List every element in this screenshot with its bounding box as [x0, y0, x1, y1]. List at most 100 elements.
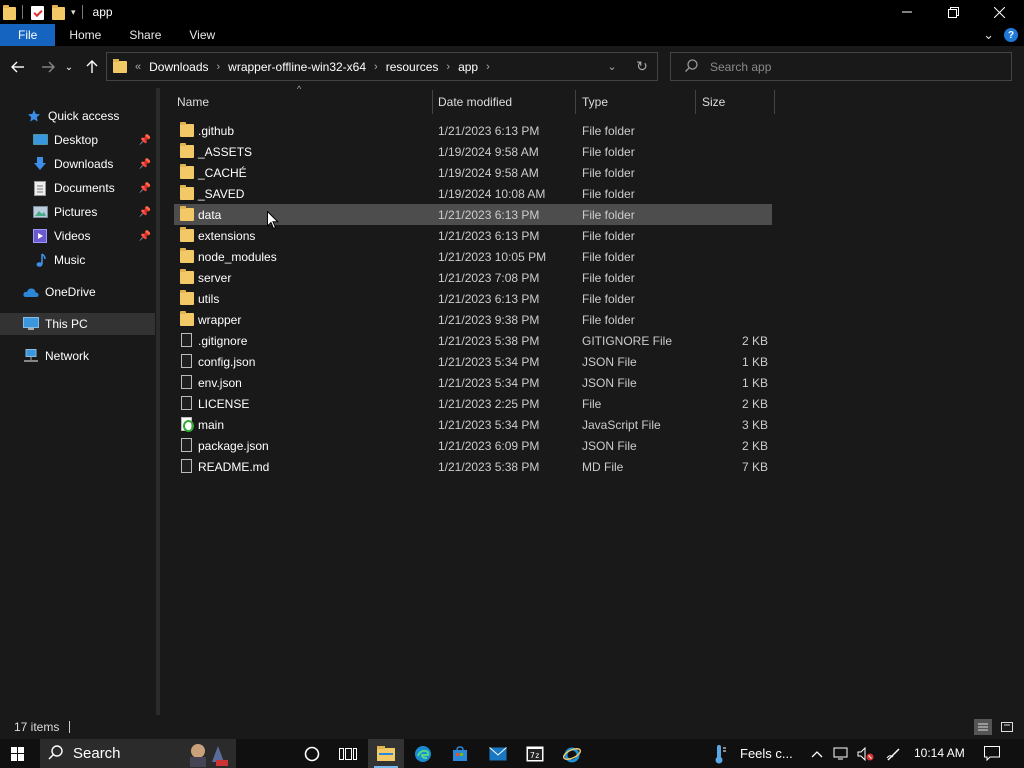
- breadcrumb-app[interactable]: app: [458, 60, 478, 74]
- breadcrumb-resources[interactable]: resources: [386, 60, 439, 74]
- weather-text[interactable]: Feels c...: [740, 746, 793, 761]
- sidebar-item-quick-access[interactable]: Quick access: [0, 105, 155, 127]
- forward-button[interactable]: [38, 56, 58, 78]
- help-icon[interactable]: ?: [1004, 28, 1018, 42]
- close-button[interactable]: [976, 0, 1022, 24]
- chevron-right-icon[interactable]: ›: [217, 61, 221, 73]
- table-row[interactable]: server 1/21/2023 7:08 PM File folder: [174, 267, 772, 288]
- column-divider[interactable]: [695, 90, 696, 114]
- download-arrow-icon: [32, 156, 48, 172]
- show-hidden-icons-button[interactable]: [804, 739, 830, 768]
- table-row[interactable]: package.json 1/21/2023 6:09 PM JSON File 2 …: [174, 435, 772, 456]
- up-button[interactable]: [82, 56, 102, 78]
- table-row[interactable]: _ASSETS 1/19/2024 9:58 AM File folder: [174, 141, 772, 162]
- sidebar-item-onedrive[interactable]: OneDrive: [0, 281, 155, 303]
- table-row[interactable]: README.md 1/21/2023 5:38 PM MD File 7 KB: [174, 456, 772, 477]
- column-divider[interactable]: [432, 90, 433, 114]
- table-row[interactable]: _SAVED 1/19/2024 10:08 AM File folder: [174, 183, 772, 204]
- tab-view[interactable]: View: [175, 24, 229, 46]
- file-type: JSON File: [582, 438, 637, 453]
- column-header-name[interactable]: Name: [177, 90, 431, 114]
- breadcrumb-wrapper[interactable]: wrapper-offline-win32-x64: [228, 60, 366, 74]
- table-row[interactable]: main 1/21/2023 5:34 PM JavaScript File 3 KB: [174, 414, 772, 435]
- column-header-date[interactable]: Date modified: [438, 90, 574, 114]
- table-row[interactable]: utils 1/21/2023 6:13 PM File folder: [174, 288, 772, 309]
- taskbar-store[interactable]: [442, 739, 478, 768]
- table-row[interactable]: config.json 1/21/2023 5:34 PM JSON File 1 K…: [174, 351, 772, 372]
- pen-tray-button[interactable]: [880, 739, 908, 768]
- start-button[interactable]: [0, 739, 36, 768]
- large-icons-view-button[interactable]: [998, 719, 1016, 735]
- overflow-breadcrumb[interactable]: «: [135, 61, 141, 73]
- table-row[interactable]: _CACHÉ 1/19/2024 9:58 AM File folder: [174, 162, 772, 183]
- search-box[interactable]: [670, 52, 1012, 81]
- file-size: 1 KB: [741, 375, 768, 390]
- chevron-right-icon[interactable]: ›: [446, 61, 450, 73]
- sidebar-item-downloads[interactable]: Downloads 📌: [0, 153, 155, 175]
- sidebar-scrollbar[interactable]: [156, 88, 160, 715]
- task-view-button[interactable]: [330, 739, 366, 768]
- refresh-icon[interactable]: ↻: [627, 58, 657, 75]
- volume-tray-button[interactable]: [854, 739, 878, 768]
- tab-home[interactable]: Home: [55, 24, 115, 46]
- address-dropdown-icon[interactable]: ⌄: [597, 60, 627, 73]
- column-divider[interactable]: [774, 90, 775, 114]
- sidebar-item-pictures[interactable]: Pictures 📌: [0, 201, 155, 223]
- taskbar-edge[interactable]: [405, 739, 441, 768]
- table-row[interactable]: node_modules 1/21/2023 10:05 PM File folde…: [174, 246, 772, 267]
- windows-logo-icon: [11, 746, 25, 761]
- customize-quick-access-icon[interactable]: ▾: [71, 7, 76, 18]
- task-view-button[interactable]: [294, 739, 330, 768]
- taskbar-file-explorer[interactable]: [368, 739, 404, 768]
- network-tray-button[interactable]: [830, 739, 854, 768]
- table-row[interactable]: LICENSE 1/21/2023 2:25 PM File 2 KB: [174, 393, 772, 414]
- file-type: File: [582, 396, 602, 411]
- column-divider[interactable]: [575, 90, 576, 114]
- tab-share[interactable]: Share: [115, 24, 175, 46]
- details-view-button[interactable]: [974, 719, 992, 735]
- chevron-right-icon[interactable]: ›: [486, 61, 490, 73]
- volume-muted-icon: [857, 746, 874, 761]
- chevron-right-icon[interactable]: ›: [374, 61, 378, 73]
- back-button[interactable]: [8, 56, 28, 78]
- folder-icon: [180, 185, 194, 200]
- file-type: GITIGNORE File: [582, 333, 673, 348]
- taskbar-ie[interactable]: [554, 739, 590, 768]
- table-row[interactable]: .gitignore 1/21/2023 5:38 PM GITIGNORE Fil…: [174, 330, 772, 351]
- taskbar-clock[interactable]: 10:14 AM: [914, 746, 965, 760]
- table-row[interactable]: extensions 1/21/2023 6:13 PM File folder: [174, 225, 772, 246]
- column-header-type[interactable]: Type: [582, 90, 694, 114]
- sidebar-item-desktop[interactable]: Desktop 📌: [0, 129, 155, 151]
- sidebar-item-documents[interactable]: Documents 📌: [0, 177, 155, 199]
- search-input[interactable]: [710, 59, 990, 74]
- arrow-left-icon: [11, 61, 24, 73]
- taskbar-search[interactable]: Search: [40, 739, 236, 768]
- sidebar-item-network[interactable]: Network: [0, 345, 155, 367]
- minimize-button[interactable]: [884, 0, 930, 24]
- notifications-button[interactable]: [976, 739, 1008, 768]
- sidebar-item-label: Desktop: [54, 133, 99, 147]
- table-row[interactable]: wrapper 1/21/2023 9:38 PM File folder: [174, 309, 772, 330]
- weather-widget[interactable]: [704, 739, 734, 768]
- new-folder-icon[interactable]: [51, 4, 67, 20]
- expand-ribbon-icon[interactable]: ⌄: [983, 27, 994, 43]
- table-row[interactable]: data 1/21/2023 6:13 PM File folder: [174, 204, 772, 225]
- breadcrumb-downloads[interactable]: Downloads: [149, 60, 208, 74]
- taskbar-mail[interactable]: [480, 739, 516, 768]
- sidebar-item-this-pc[interactable]: This PC: [0, 313, 155, 335]
- folder-icon: [180, 311, 194, 326]
- column-header-size[interactable]: Size: [702, 90, 774, 114]
- cloud-icon: [23, 284, 39, 300]
- tab-file[interactable]: File: [0, 24, 56, 46]
- sidebar-item-videos[interactable]: Videos 📌: [0, 225, 155, 247]
- table-row[interactable]: env.json 1/21/2023 5:34 PM JSON File 1 KB: [174, 372, 772, 393]
- folder-app-icon: [2, 4, 18, 20]
- file-date: 1/21/2023 5:38 PM: [438, 333, 540, 348]
- taskbar-terminal[interactable]: 7z: [517, 739, 553, 768]
- properties-icon[interactable]: [29, 4, 45, 20]
- recent-locations-button[interactable]: ⌄: [62, 56, 76, 78]
- address-bar[interactable]: « Downloads › wrapper-offline-win32-x64 …: [106, 52, 658, 81]
- maximize-button[interactable]: [930, 0, 976, 24]
- sidebar-item-music[interactable]: Music: [0, 249, 155, 271]
- table-row[interactable]: .github 1/21/2023 6:13 PM File folder: [174, 120, 772, 141]
